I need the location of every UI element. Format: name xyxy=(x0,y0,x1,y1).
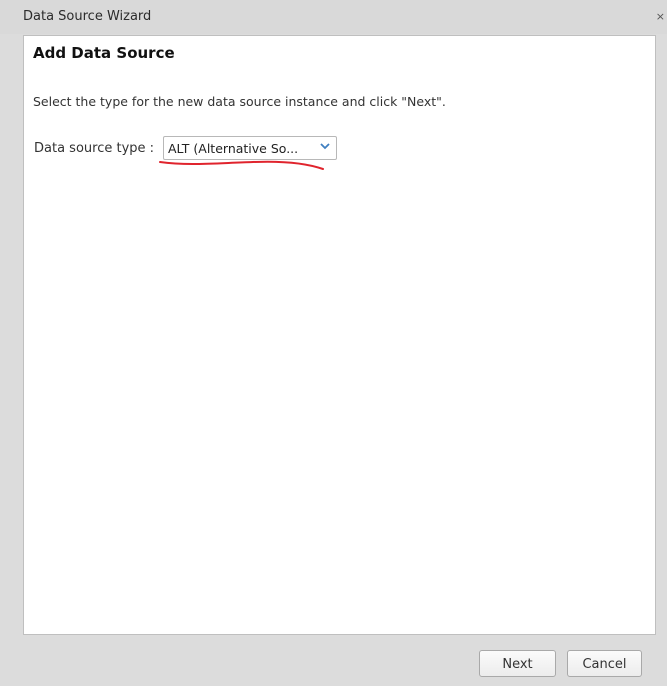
title-bar: Data Source Wizard × xyxy=(0,0,667,34)
instruction-text: Select the type for the new data source … xyxy=(33,94,446,109)
data-source-type-value: ALT (Alternative So... xyxy=(168,141,299,156)
red-underline-annotation xyxy=(159,160,324,170)
wizard-footer: Next Cancel xyxy=(0,640,667,686)
chevron-down-icon xyxy=(320,143,330,150)
page-title: Add Data Source xyxy=(33,44,175,62)
next-button[interactable]: Next xyxy=(479,650,556,677)
close-icon[interactable]: × xyxy=(656,10,665,23)
cancel-button[interactable]: Cancel xyxy=(567,650,642,677)
window-title: Data Source Wizard xyxy=(23,9,152,24)
data-source-wizard-window: Data Source Wizard × Add Data Source Sel… xyxy=(0,0,667,686)
data-source-type-label: Data source type : xyxy=(34,141,155,156)
wizard-content-panel: Add Data Source Select the type for the … xyxy=(23,35,656,635)
